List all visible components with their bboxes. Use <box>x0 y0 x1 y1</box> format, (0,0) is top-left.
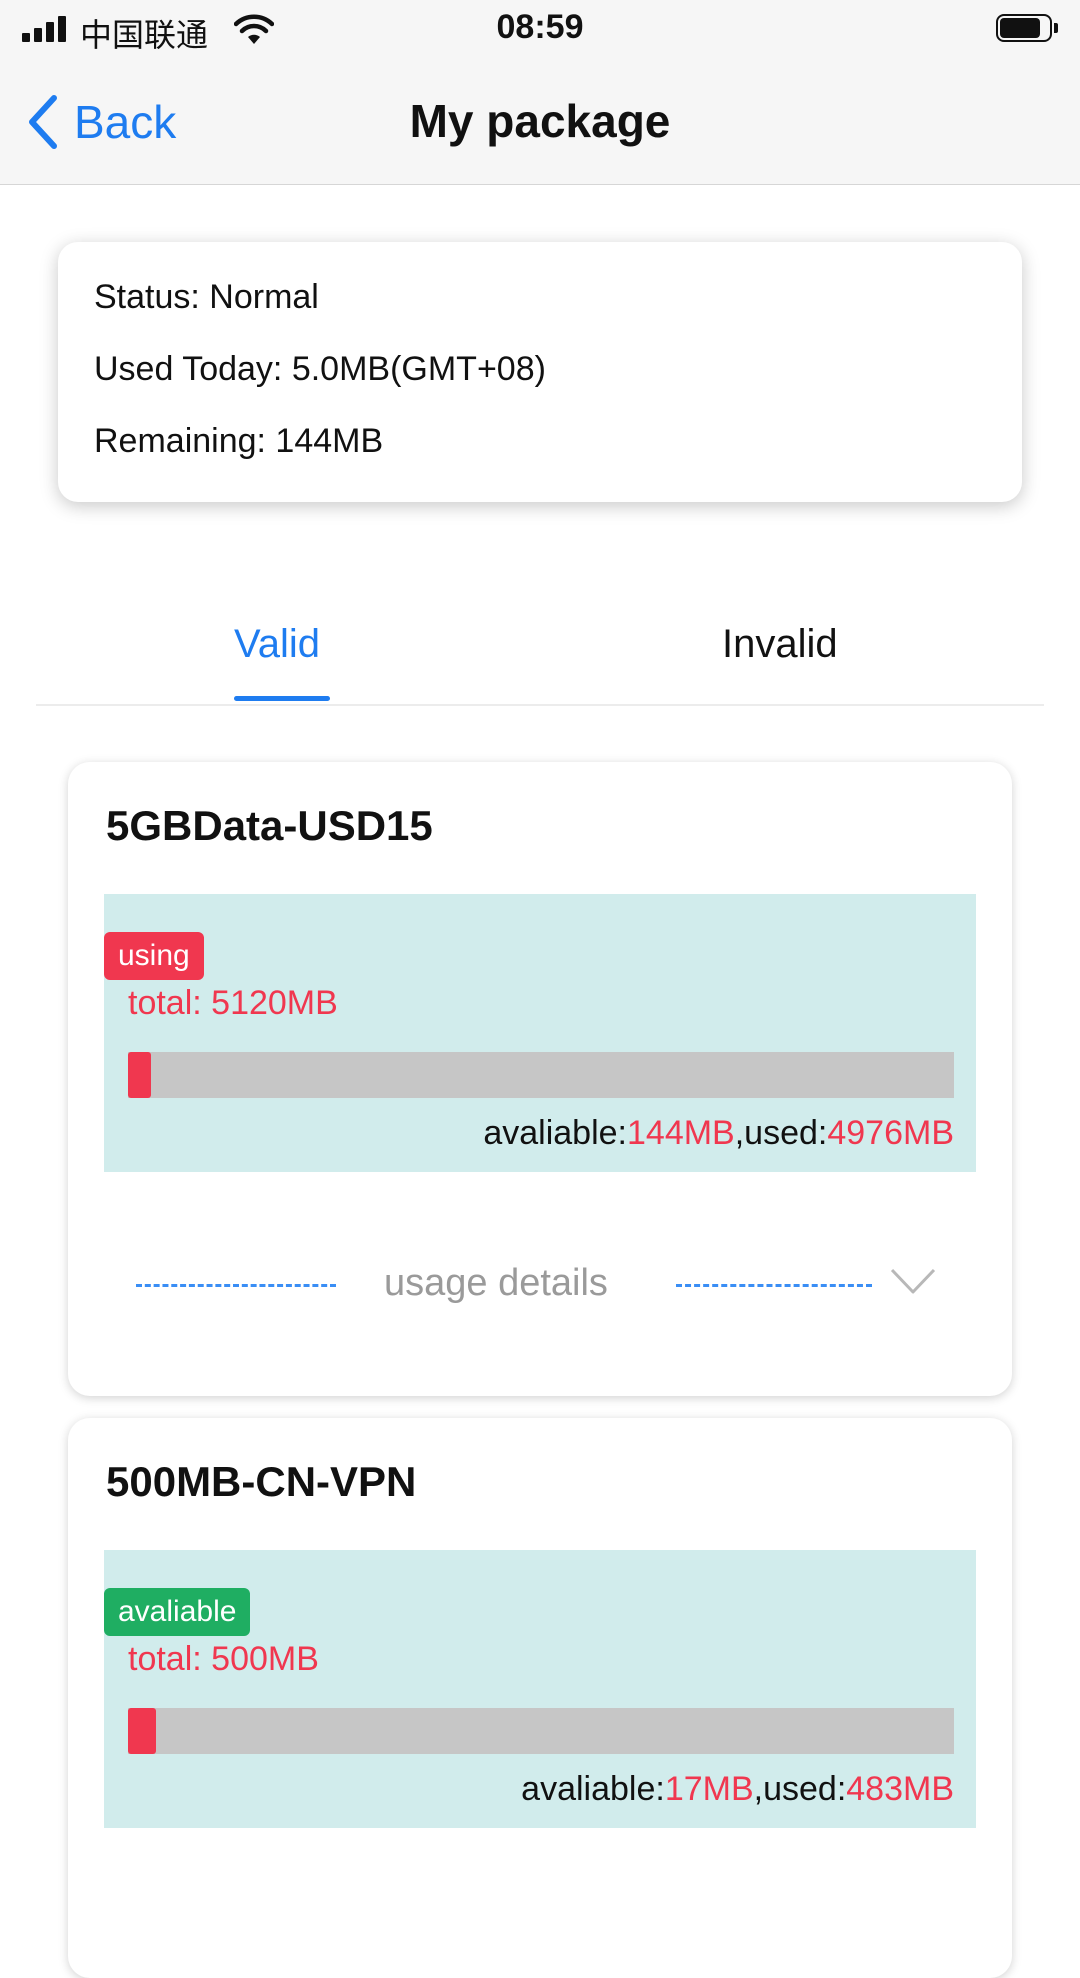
package-usage-panel: avaliable total: 500MB avaliable:17MB,us… <box>104 1550 976 1828</box>
package-name: 5GBData-USD15 <box>106 802 433 849</box>
usage-progress-bar <box>128 1708 954 1754</box>
battery-icon <box>996 14 1060 44</box>
package-tabs: Valid Invalid <box>36 612 1044 706</box>
availability-summary: avaliable:17MB,used:483MB <box>521 1770 954 1809</box>
package-usage-panel: using total: 5120MB avaliable:144MB,used… <box>104 894 976 1172</box>
package-name: 500MB-CN-VPN <box>106 1458 417 1505</box>
divider <box>676 1284 872 1287</box>
status-text: Status: Normal <box>94 278 319 316</box>
status-badge: avaliable <box>104 1588 251 1636</box>
usage-progress-bar <box>128 1052 954 1098</box>
remaining-text: Remaining: 144MB <box>94 422 384 460</box>
package-card: 500MB-CN-VPN avaliable total: 500MB aval… <box>68 1418 1012 1978</box>
used-today-text: Used Today: 5.0MB(GMT+08) <box>94 350 546 388</box>
used-value: 4976MB <box>827 1114 954 1152</box>
used-prefix: ,used: <box>734 1114 828 1152</box>
available-prefix: avaliable: <box>483 1114 627 1152</box>
available-prefix: avaliable: <box>521 1770 665 1808</box>
used-prefix: ,used: <box>753 1770 847 1808</box>
page-title: My package <box>409 95 671 147</box>
clock: 08:59 <box>496 8 584 46</box>
navigation-bar: Back My package <box>0 62 1080 185</box>
available-value: 17MB <box>664 1770 754 1808</box>
chevron-down-icon[interactable] <box>890 1266 936 1296</box>
availability-summary: avaliable:144MB,used:4976MB <box>483 1114 954 1153</box>
usage-progress-fill <box>128 1052 152 1098</box>
tab-invalid[interactable]: Invalid <box>722 622 838 667</box>
usage-details-label[interactable]: usage details <box>384 1262 608 1305</box>
usage-progress-fill <box>128 1708 157 1754</box>
divider <box>136 1284 336 1287</box>
tab-valid[interactable]: Valid <box>234 622 320 667</box>
package-card: 5GBData-USD15 using total: 5120MB avalia… <box>68 762 1012 1396</box>
status-badge: using <box>104 932 204 980</box>
package-total: total: 5120MB <box>128 984 338 1022</box>
active-tab-indicator <box>234 696 330 701</box>
status-bar: 中国联通 08:59 <box>0 0 1080 62</box>
summary-card: Status: Normal Used Today: 5.0MB(GMT+08)… <box>58 242 1022 502</box>
available-value: 144MB <box>627 1114 735 1152</box>
used-value: 483MB <box>846 1770 954 1808</box>
package-total: total: 500MB <box>128 1640 319 1678</box>
usage-details-toggle[interactable]: usage details <box>68 1256 1012 1316</box>
